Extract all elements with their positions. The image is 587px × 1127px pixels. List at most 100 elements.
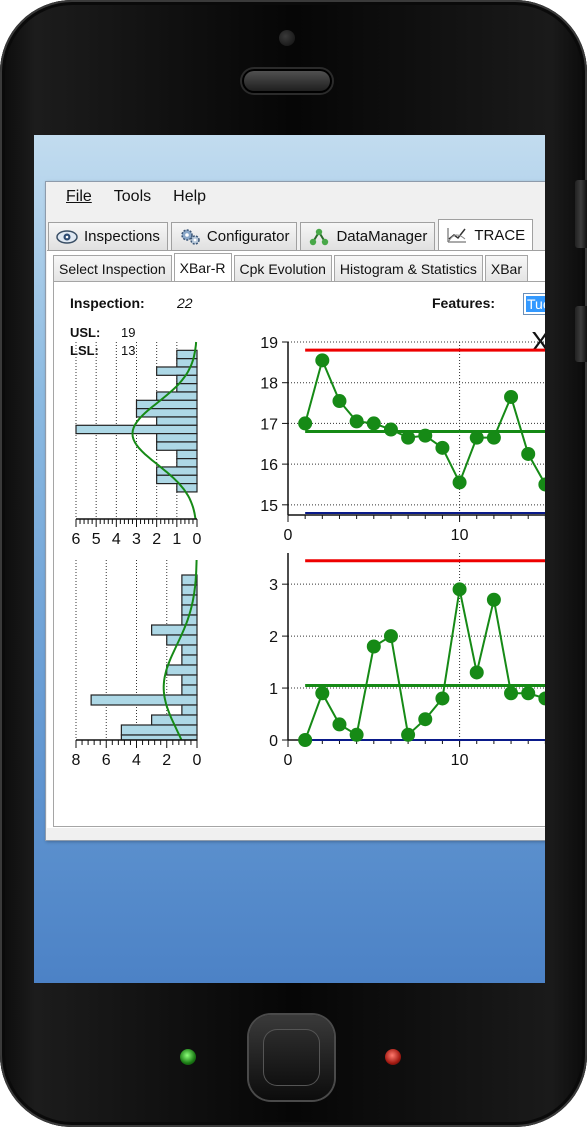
xbar-data-point xyxy=(521,446,536,461)
xbar-hist-bar xyxy=(176,383,198,393)
xbar-y-tick-label: 17 xyxy=(260,416,278,433)
range-hist-tick-label: 8 xyxy=(72,752,81,769)
subtab-select-inspection[interactable]: Select Inspection xyxy=(53,255,172,281)
xbar-hist-bar xyxy=(156,366,198,376)
range-hist-bar xyxy=(181,674,198,686)
xbar-r-content: Inspection: 22 Features: Tue USL: 19 LSL… xyxy=(53,281,545,827)
range-data-point xyxy=(504,686,519,701)
range-y-tick-label: 2 xyxy=(269,629,278,646)
xbar-hist-bar xyxy=(176,458,198,468)
range-hist-bar xyxy=(181,654,198,666)
front-camera xyxy=(279,30,295,46)
red-indicator-light xyxy=(385,1049,401,1065)
sub-tab-bar: Select Inspection XBar-R Cpk Evolution H… xyxy=(53,253,530,281)
range-hist-bar xyxy=(90,694,198,706)
xbar-data-point xyxy=(418,428,433,443)
xbar-data-point xyxy=(504,389,519,404)
range-y-tick-label: 3 xyxy=(269,577,278,594)
menu-bar: File Tools Help xyxy=(46,182,545,212)
range-chart: 0 1 2 3 0 10 xyxy=(269,553,545,769)
trace-panel: Select Inspection XBar-R Cpk Evolution H… xyxy=(47,250,545,828)
tab-datamanager[interactable]: DataManager xyxy=(300,222,436,250)
xbar-series-line xyxy=(304,357,545,486)
xbar-hist-bar xyxy=(156,433,198,443)
range-hist-bar xyxy=(181,684,198,696)
xbar-histogram: 6543210 xyxy=(72,341,202,548)
menu-tools[interactable]: Tools xyxy=(114,188,151,206)
xbar-data-point xyxy=(383,422,398,437)
tab-configurator[interactable]: Configurator xyxy=(170,222,298,250)
range-data-point xyxy=(435,691,450,706)
tab-trace[interactable]: TRACE xyxy=(438,219,534,250)
range-data-point xyxy=(366,639,381,654)
subtab-histogram-statistics[interactable]: Histogram & Statistics xyxy=(333,255,483,281)
network-icon xyxy=(308,228,330,246)
xbar-hist-tick-label: 5 xyxy=(92,531,101,548)
tab-datamanager-label: DataManager xyxy=(336,228,428,245)
subtab-xbar-r[interactable]: XBar-R xyxy=(173,253,232,281)
xbar-y-tick-label: 19 xyxy=(260,335,278,352)
range-hist-bar xyxy=(166,664,198,676)
xbar-y-tick-label: 15 xyxy=(260,498,278,515)
home-button[interactable] xyxy=(249,1015,334,1100)
xbar-chart: 15 16 17 18 19 0 10 xyxy=(260,335,545,544)
range-data-point xyxy=(401,727,416,742)
range-hist-tick-label: 2 xyxy=(162,752,171,769)
xbar-hist-tick-label: 3 xyxy=(132,531,141,548)
xbar-data-point xyxy=(315,353,330,368)
xbar-hist-bar xyxy=(75,424,198,435)
range-data-point xyxy=(521,686,536,701)
xbar-x-tick-label: 10 xyxy=(451,527,469,544)
main-tab-bar: Inspections Configurator DataManager TRA… xyxy=(48,219,536,250)
tab-trace-label: TRACE xyxy=(474,226,526,244)
menu-file[interactable]: File xyxy=(66,188,92,206)
xbar-hist-tick-label: 0 xyxy=(193,531,202,548)
range-data-point xyxy=(332,717,347,732)
xbar-hist-tick-label: 6 xyxy=(72,531,81,548)
xbar-data-point xyxy=(452,475,467,490)
earpiece-speaker xyxy=(242,69,332,93)
xbar-x-tick-label: 0 xyxy=(284,527,293,544)
range-hist-bar xyxy=(181,594,198,606)
xbar-data-point xyxy=(469,430,484,445)
xbar-data-point xyxy=(435,440,450,455)
tab-configurator-label: Configurator xyxy=(206,228,290,245)
subtab-cpk-evolution[interactable]: Cpk Evolution xyxy=(233,255,332,281)
range-hist-tick-label: 6 xyxy=(102,752,111,769)
range-y-tick-label: 1 xyxy=(269,681,278,698)
range-data-point xyxy=(452,582,467,597)
xbar-data-point xyxy=(486,430,501,445)
range-data-point xyxy=(418,712,433,727)
range-data-point xyxy=(469,665,484,680)
xbar-y-tick-label: 18 xyxy=(260,376,278,393)
range-data-point xyxy=(349,727,364,742)
eye-icon xyxy=(56,228,78,246)
chart-line-icon xyxy=(446,226,468,244)
xbar-hist-bar xyxy=(156,441,198,451)
range-histogram: 8 6 4 2 0 xyxy=(72,559,202,769)
xbar-data-point xyxy=(332,394,347,409)
xbar-hist-tick-label: 4 xyxy=(112,531,121,548)
range-hist-tick-label: 4 xyxy=(132,752,141,769)
xbar-r-charts: 6543210 86420 15161718190 10 01230 10 xyxy=(72,335,545,769)
range-data-point xyxy=(315,686,330,701)
range-data-point xyxy=(486,592,501,607)
xbar-hist-bar xyxy=(176,449,198,460)
tab-inspections[interactable]: Inspections xyxy=(48,222,168,250)
range-hist-bar xyxy=(181,704,198,716)
range-x-tick-label: 10 xyxy=(451,752,469,769)
xbar-data-point xyxy=(401,430,416,445)
range-hist-bar xyxy=(151,624,198,636)
xbar-hist-tick-label: 2 xyxy=(152,531,161,548)
gears-icon xyxy=(179,228,201,246)
range-x-tick-label: 0 xyxy=(284,752,293,769)
xbar-data-point xyxy=(349,414,364,429)
menu-help[interactable]: Help xyxy=(173,188,206,206)
xbar-hist-bar xyxy=(135,399,198,410)
volume-up-button xyxy=(575,180,587,248)
tab-inspections-label: Inspections xyxy=(84,228,160,245)
green-indicator-light xyxy=(180,1049,196,1065)
subtab-xbar[interactable]: XBar xyxy=(484,255,528,281)
xbar-data-point xyxy=(366,416,381,431)
range-hist-tick-label: 0 xyxy=(193,752,202,769)
